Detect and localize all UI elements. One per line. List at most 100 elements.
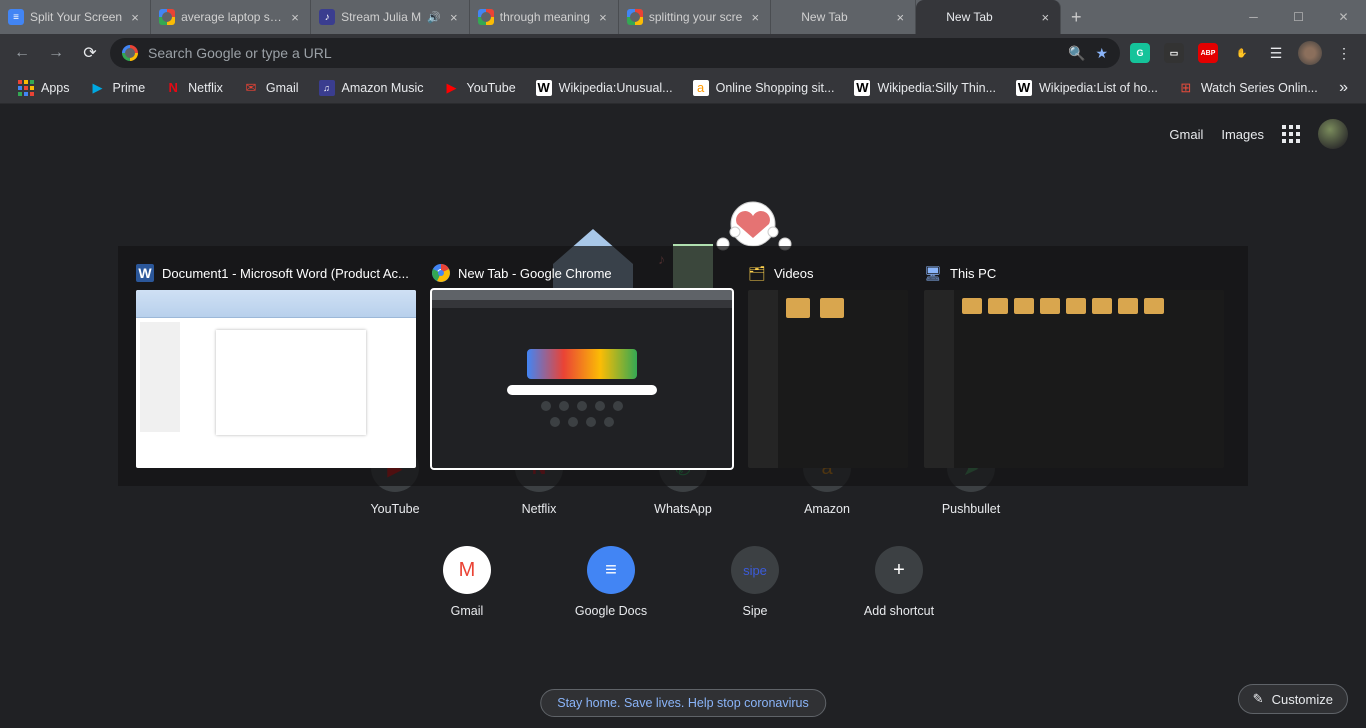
ext-grammarly[interactable]: G bbox=[1126, 39, 1154, 67]
bookmark-wiki-unusual[interactable]: W Wikipedia:Unusual... bbox=[528, 76, 681, 100]
tab-strip: ≡ Split Your Screen × average laptop scr… bbox=[0, 0, 1231, 34]
search-icon[interactable]: 🔍 bbox=[1068, 45, 1085, 62]
word-icon: W bbox=[136, 264, 154, 282]
bookmark-shopping[interactable]: a Online Shopping sit... bbox=[685, 76, 843, 100]
account-avatar[interactable] bbox=[1318, 119, 1348, 149]
task-title: New Tab - Google Chrome bbox=[458, 266, 612, 281]
maximize-button[interactable]: ☐ bbox=[1276, 0, 1321, 34]
profile-avatar[interactable] bbox=[1296, 39, 1324, 67]
shortcut-label: YouTube bbox=[370, 502, 419, 516]
bookmark-prime[interactable]: ▶Prime bbox=[82, 76, 154, 100]
bookmark-label: Netflix bbox=[188, 81, 223, 95]
task-chrome[interactable]: New Tab - Google Chrome bbox=[432, 264, 732, 468]
google-icon bbox=[627, 9, 643, 25]
shortcut-add[interactable]: +Add shortcut bbox=[854, 546, 944, 618]
task-thispc[interactable]: 🖥This PC bbox=[924, 264, 1224, 468]
tab-2[interactable]: ♪ Stream Julia M 🔊 × bbox=[311, 0, 470, 34]
window-titlebar: ≡ Split Your Screen × average laptop scr… bbox=[0, 0, 1366, 34]
close-icon[interactable]: × bbox=[596, 10, 610, 24]
google-icon bbox=[478, 9, 494, 25]
tab-4[interactable]: splitting your scre × bbox=[619, 0, 771, 34]
chrome-icon bbox=[432, 264, 450, 282]
tab-6[interactable]: New Tab × bbox=[916, 0, 1061, 34]
bookmark-amazon-music[interactable]: ♫Amazon Music bbox=[311, 76, 432, 100]
google-apps-icon[interactable] bbox=[1282, 125, 1300, 143]
prime-icon: ▶ bbox=[90, 80, 106, 96]
shortcut-label: Google Docs bbox=[575, 604, 647, 618]
explorer-icon: 🗂 bbox=[748, 264, 766, 282]
star-icon[interactable]: ★ bbox=[1095, 45, 1108, 62]
task-videos[interactable]: 🗂Videos bbox=[748, 264, 908, 468]
pc-icon: 🖥 bbox=[924, 264, 942, 282]
wikipedia-icon: W bbox=[854, 80, 870, 96]
tab-1[interactable]: average laptop scre × bbox=[151, 0, 311, 34]
gmail-icon: ✉ bbox=[243, 80, 259, 96]
bookmark-youtube[interactable]: ▶YouTube bbox=[436, 76, 524, 100]
ext-reader[interactable]: ▭ bbox=[1160, 39, 1188, 67]
task-word[interactable]: W Document1 - Microsoft Word (Product Ac.… bbox=[136, 264, 416, 468]
bookmark-netflix[interactable]: NNetflix bbox=[157, 76, 231, 100]
customize-button[interactable]: ✎ Customize bbox=[1238, 684, 1348, 714]
shortcut-gmail[interactable]: MGmail bbox=[422, 546, 512, 618]
ext-abp[interactable]: ABP bbox=[1194, 39, 1222, 67]
close-window-button[interactable]: ✕ bbox=[1321, 0, 1366, 34]
task-thumbnail bbox=[748, 290, 908, 468]
images-link[interactable]: Images bbox=[1221, 127, 1264, 142]
tab-0[interactable]: ≡ Split Your Screen × bbox=[0, 0, 151, 34]
plus-icon: + bbox=[875, 546, 923, 594]
bookmark-label: Online Shopping sit... bbox=[716, 81, 835, 95]
google-icon bbox=[122, 45, 138, 61]
omnibox-placeholder: Search Google or type a URL bbox=[148, 45, 332, 61]
close-icon[interactable]: × bbox=[748, 10, 762, 24]
tab-title: Split Your Screen bbox=[30, 10, 122, 24]
tab-3[interactable]: through meaning × bbox=[470, 0, 619, 34]
close-icon[interactable]: × bbox=[1038, 10, 1052, 24]
reading-list-icon[interactable]: ☰ bbox=[1262, 39, 1290, 67]
omnibox[interactable]: Search Google or type a URL 🔍 ★ bbox=[110, 38, 1120, 68]
wikipedia-icon: W bbox=[1016, 80, 1032, 96]
pencil-icon: ✎ bbox=[1253, 691, 1264, 707]
tab-title: New Tab bbox=[801, 10, 887, 24]
shortcut-label: Amazon bbox=[804, 502, 850, 516]
ext-other[interactable]: ✋ bbox=[1228, 39, 1256, 67]
bookmark-wiki-list[interactable]: WWikipedia:List of ho... bbox=[1008, 76, 1166, 100]
shortcut-sipe[interactable]: sipe Sipe bbox=[710, 546, 800, 618]
new-tab-button[interactable]: + bbox=[1061, 0, 1091, 34]
audio-icon[interactable]: 🔊 bbox=[427, 11, 441, 24]
wikipedia-icon: W bbox=[536, 80, 552, 96]
gmail-icon: M bbox=[443, 546, 491, 594]
amazon-icon: a bbox=[693, 80, 709, 96]
tab-5[interactable]: New Tab × bbox=[771, 0, 916, 34]
shortcut-label: Netflix bbox=[522, 502, 557, 516]
covid-banner[interactable]: Stay home. Save lives. Help stop coronav… bbox=[540, 689, 826, 717]
bookmark-gmail[interactable]: ✉Gmail bbox=[235, 76, 307, 100]
bookmark-apps[interactable]: Apps bbox=[10, 76, 78, 100]
tab-title: New Tab bbox=[946, 10, 1032, 24]
tab-title: Stream Julia M bbox=[341, 10, 421, 24]
toolbar: ← → ⟳ Search Google or type a URL 🔍 ★ G … bbox=[0, 34, 1366, 72]
close-icon[interactable]: × bbox=[893, 10, 907, 24]
bookmark-watch[interactable]: ⊞Watch Series Onlin... bbox=[1170, 76, 1326, 100]
docs-icon: ≡ bbox=[587, 546, 635, 594]
close-icon[interactable]: × bbox=[128, 10, 142, 24]
window-controls: ─ ☐ ✕ bbox=[1231, 0, 1366, 34]
bookmarks-overflow[interactable]: » bbox=[1331, 79, 1356, 97]
menu-button[interactable]: ⋮ bbox=[1330, 39, 1358, 67]
task-title: Document1 - Microsoft Word (Product Ac..… bbox=[162, 266, 409, 281]
shortcut-google-docs[interactable]: ≡ Google Docs bbox=[566, 546, 656, 618]
bookmark-label: Watch Series Onlin... bbox=[1201, 81, 1318, 95]
gmail-link[interactable]: Gmail bbox=[1169, 127, 1203, 142]
close-icon[interactable]: × bbox=[447, 10, 461, 24]
bookmark-label: Wikipedia:Unusual... bbox=[559, 81, 673, 95]
back-button[interactable]: ← bbox=[8, 39, 36, 67]
close-icon[interactable]: × bbox=[288, 10, 302, 24]
shortcut-label: Sipe bbox=[742, 604, 767, 618]
sipe-icon: sipe bbox=[731, 546, 779, 594]
bookmark-wiki-silly[interactable]: WWikipedia:Silly Thin... bbox=[846, 76, 1004, 100]
shortcut-label: Pushbullet bbox=[942, 502, 1000, 516]
forward-button[interactable]: → bbox=[42, 39, 70, 67]
reload-button[interactable]: ⟳ bbox=[76, 39, 104, 67]
task-thumbnail bbox=[924, 290, 1224, 468]
minimize-button[interactable]: ─ bbox=[1231, 0, 1276, 34]
customize-label: Customize bbox=[1272, 692, 1333, 707]
